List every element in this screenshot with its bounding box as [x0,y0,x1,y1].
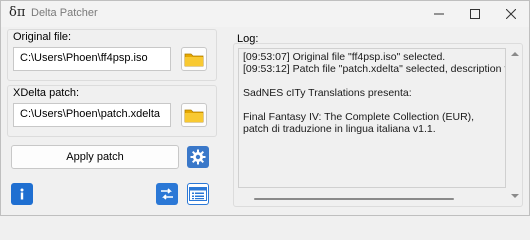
log-textarea[interactable]: [09:53:07] Original file "ff4psp.iso" se… [238,48,506,188]
original-file-label: Original file: [13,31,72,43]
log-line: [09:53:07] Original file "ff4psp.iso" se… [243,51,446,63]
close-button[interactable] [493,1,529,27]
minimize-button[interactable] [421,1,457,27]
log-line: SadNES cITy Translations presenta: [243,87,412,99]
xdelta-patch-label: XDelta patch: [13,87,80,99]
description-button[interactable] [187,183,209,205]
scroll-up-arrow-icon [511,52,519,56]
maximize-button[interactable] [457,1,493,27]
vertical-scrollbar[interactable] [510,50,520,200]
list-view-icon [189,187,207,201]
minimize-icon [434,13,444,15]
log-line: patch di traduzione in lingua italiana v… [243,123,436,135]
original-file-field[interactable]: C:\Users\Phoen\ff4psp.iso [13,47,171,71]
horizontal-scrollbar[interactable] [240,194,506,202]
close-icon [506,9,516,19]
info-icon [20,188,24,200]
app-icon: δπ [9,5,26,20]
maximize-icon [470,9,480,19]
log-line: [09:53:12] Patch file "patch.xdelta" sel… [243,63,506,75]
swap-button[interactable] [156,183,178,205]
log-group: [09:53:07] Original file "ff4psp.iso" se… [233,43,523,207]
gear-icon [190,149,206,165]
xdelta-patch-field[interactable]: C:\Users\Phoen\patch.xdelta [13,103,171,127]
settings-button[interactable] [187,146,209,168]
title-bar: δπ Delta Patcher [1,1,529,27]
browse-original-button[interactable] [181,47,207,71]
apply-patch-button[interactable]: Apply patch [11,145,179,169]
swap-arrows-icon [161,188,173,200]
main-window: δπ Delta Patcher Original file: C:\Users… [0,0,530,216]
scroll-down-arrow-icon [511,194,519,198]
log-label: Log: [237,33,259,45]
folder-icon [184,109,204,123]
browse-patch-button[interactable] [181,103,207,127]
window-title: Delta Patcher [31,7,98,19]
info-button[interactable] [11,183,33,205]
scroll-thumb [254,198,454,200]
folder-icon [184,53,204,67]
log-line: Final Fantasy IV: The Complete Collectio… [243,111,475,123]
